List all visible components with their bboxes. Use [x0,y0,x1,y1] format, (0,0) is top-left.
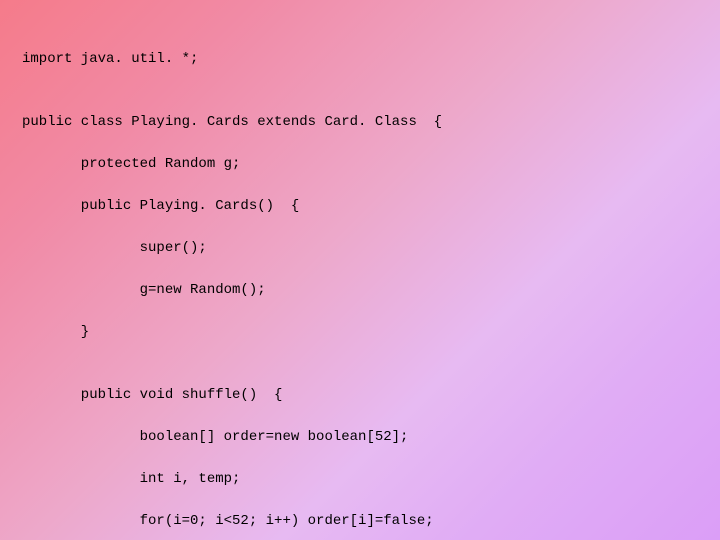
code-line: public class Playing. Cards extends Card… [22,112,698,133]
code-line: g=new Random(); [22,280,698,301]
code-line: protected Random g; [22,154,698,175]
code-line: public Playing. Cards() { [22,196,698,217]
code-line: for(i=0; i<52; i++) order[i]=false; [22,511,698,532]
code-line: import java. util. *; [22,49,698,70]
code-line: public void shuffle() { [22,385,698,406]
code-line: } [22,322,698,343]
code-line: boolean[] order=new boolean[52]; [22,427,698,448]
code-line: int i, temp; [22,469,698,490]
code-line: super(); [22,238,698,259]
code-slide: import java. util. *; public class Playi… [0,0,720,540]
